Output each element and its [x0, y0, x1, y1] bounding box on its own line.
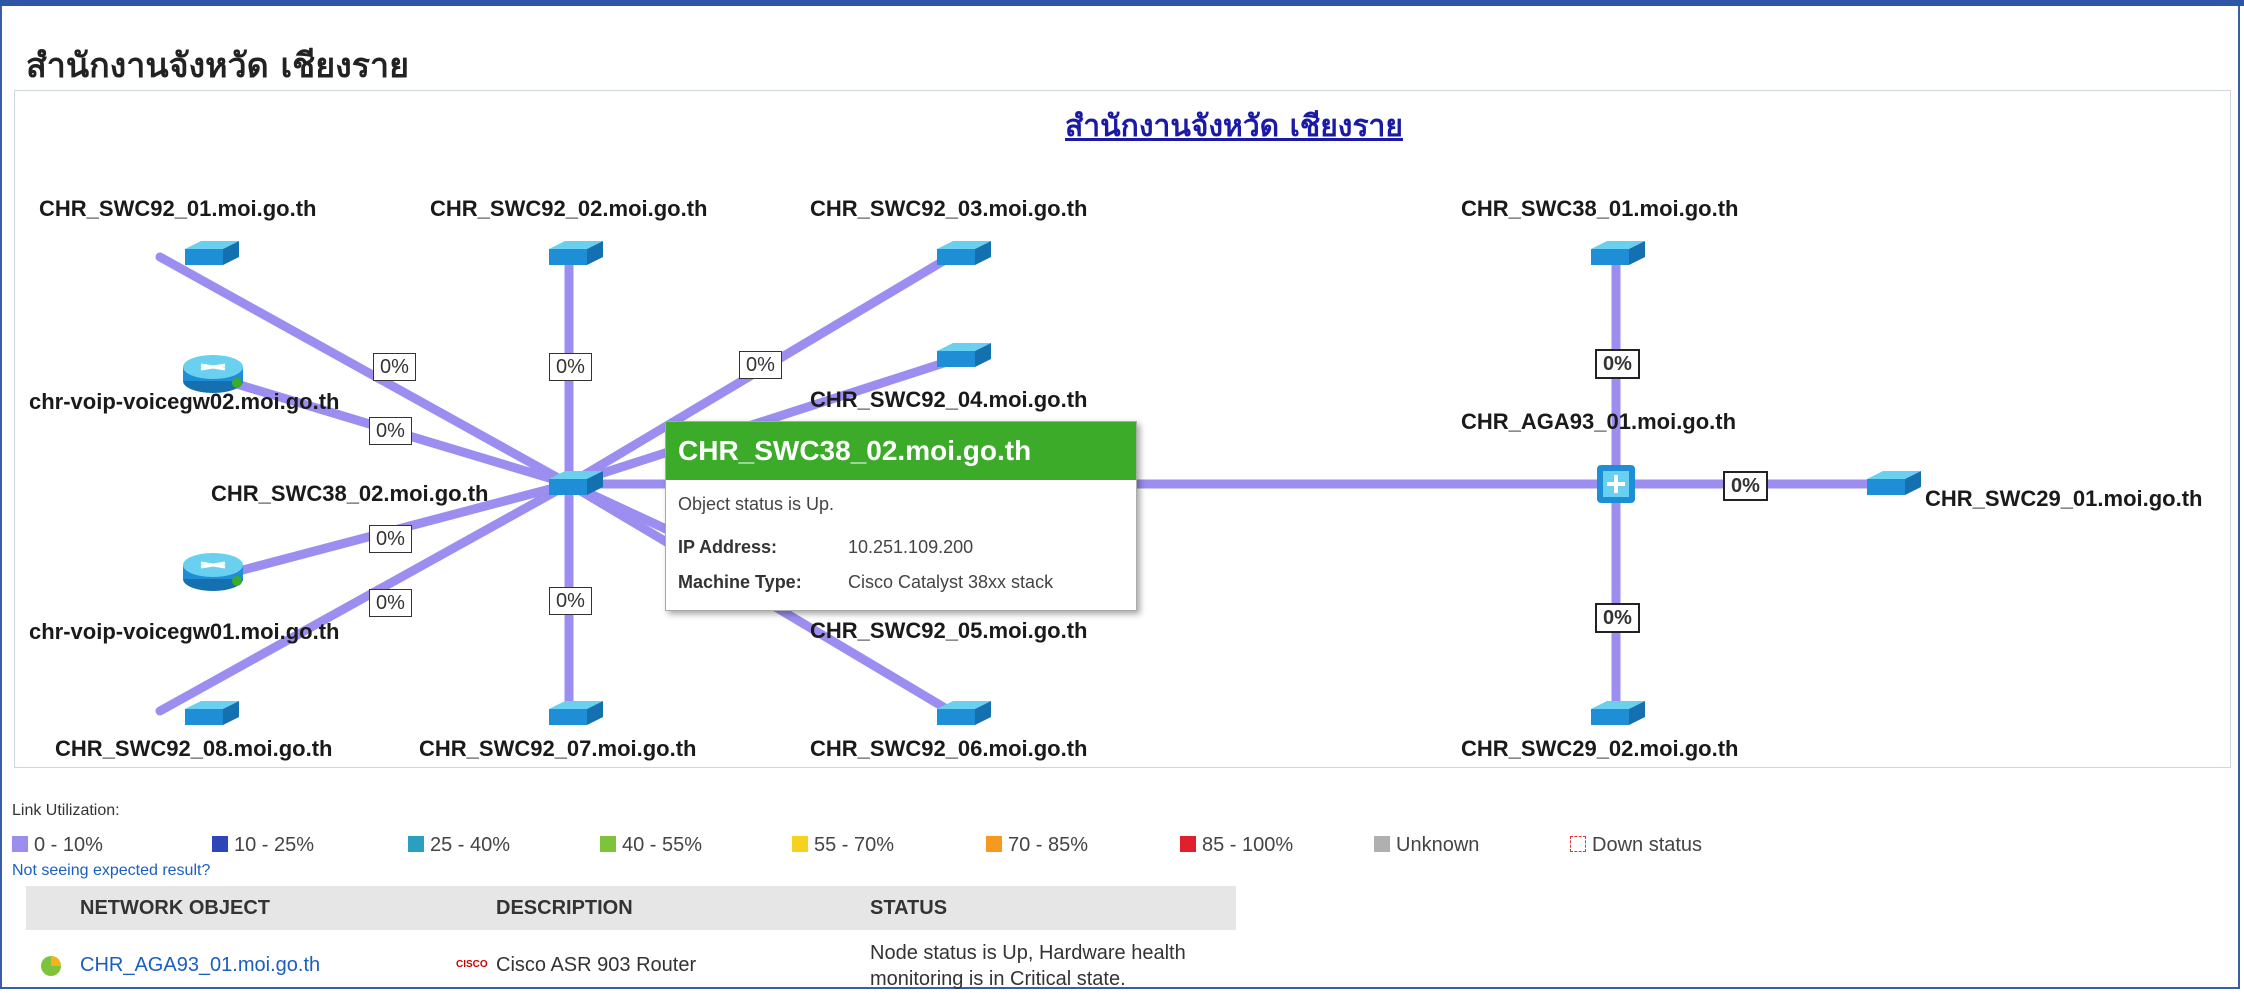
node-label-swc92-04[interactable]: CHR_SWC92_04.moi.go.th: [810, 387, 1088, 413]
column-header-description[interactable]: DESCRIPTION: [496, 897, 633, 920]
node-label-swc92-03[interactable]: CHR_SWC92_03.moi.go.th: [810, 196, 1088, 222]
link-utilization-label: 0%: [369, 417, 412, 445]
switch-icon[interactable]: [931, 341, 993, 371]
help-link[interactable]: Not seeing expected result?: [12, 862, 210, 880]
row-status: Node status is Up, Hardware health monit…: [870, 940, 1186, 992]
switch-icon[interactable]: [1861, 469, 1923, 499]
switch-icon[interactable]: [1585, 699, 1647, 729]
switch-icon[interactable]: [931, 699, 993, 729]
link-utilization-label: 0%: [369, 525, 412, 553]
router-icon[interactable]: [181, 551, 247, 593]
legend-item: 85 - 100%: [1180, 834, 1293, 858]
tooltip-title: CHR_SWC38_02.moi.go.th: [666, 422, 1136, 480]
node-status-icon: [41, 956, 61, 976]
link-utilization-label: 0%: [373, 353, 416, 381]
node-label-voicegw02[interactable]: chr-voip-voicegw02.moi.go.th: [29, 389, 339, 415]
node-label-swc38-02[interactable]: CHR_SWC38_02.moi.go.th: [211, 481, 489, 507]
legend-item: 0 - 10%: [12, 834, 103, 858]
legend-title: Link Utilization:: [12, 802, 120, 819]
link-utilization-label: 0%: [1595, 349, 1640, 379]
legend-item: Down status: [1570, 834, 1702, 858]
tooltip-ip-label: IP Address:: [678, 537, 778, 557]
switch-icon[interactable]: [543, 239, 605, 269]
node-label-swc92-08[interactable]: CHR_SWC92_08.moi.go.th: [55, 736, 333, 762]
cisco-logo: CISCO: [456, 959, 488, 970]
row-status-line: Node status is Up, Hardware health: [870, 942, 1186, 964]
link-swc92_08: [155, 479, 574, 716]
switch-icon[interactable]: [543, 469, 605, 499]
column-header-status[interactable]: STATUS: [870, 897, 947, 920]
node-label-swc92-02[interactable]: CHR_SWC92_02.moi.go.th: [430, 196, 708, 222]
tooltip-ip-row: IP Address: 10.251.109.200: [678, 537, 973, 558]
tooltip-type-label: Machine Type:: [678, 572, 802, 592]
link-utilization-label: 0%: [1595, 603, 1640, 633]
switch-icon[interactable]: [931, 239, 993, 269]
link-utilization-label: 0%: [549, 353, 592, 381]
tooltip-type-value: Cisco Catalyst 38xx stack: [848, 572, 1054, 592]
table-header: NETWORK OBJECT DESCRIPTION STATUS: [26, 886, 1236, 930]
node-label-voicegw01[interactable]: chr-voip-voicegw01.moi.go.th: [29, 619, 339, 645]
node-tooltip: CHR_SWC38_02.moi.go.th Object status is …: [665, 421, 1137, 611]
tooltip-status: Object status is Up.: [678, 494, 835, 514]
link-utilization-label: 0%: [739, 351, 782, 379]
link-utilization-label: 0%: [1723, 471, 1768, 501]
network-map: สำนักงานจังหวัด เชียงราย CHR_SWC92_01.mo…: [14, 90, 2231, 768]
legend-item: Unknown: [1374, 834, 1479, 858]
node-label-swc92-05[interactable]: CHR_SWC92_05.moi.go.th: [810, 618, 1088, 644]
node-label-swc92-07[interactable]: CHR_SWC92_07.moi.go.th: [419, 736, 697, 762]
node-label-swc29-02[interactable]: CHR_SWC29_02.moi.go.th: [1461, 736, 1739, 762]
tooltip-ip-value: 10.251.109.200: [848, 537, 974, 557]
node-label-aga93-01[interactable]: CHR_AGA93_01.moi.go.th: [1461, 409, 1736, 435]
column-header-object[interactable]: NETWORK OBJECT: [80, 897, 270, 920]
legend-item: 40 - 55%: [600, 834, 702, 858]
legend-item: 25 - 40%: [408, 834, 510, 858]
switch-icon[interactable]: [543, 699, 605, 729]
tooltip-type-row: Machine Type: Cisco Catalyst 38xx stack: [678, 572, 1053, 593]
switch-icon[interactable]: [179, 699, 241, 729]
link-utilization-label: 0%: [369, 589, 412, 617]
network-object-link[interactable]: CHR_AGA93_01.moi.go.th: [80, 954, 320, 977]
row-description: Cisco ASR 903 Router: [496, 954, 697, 976]
core-router-icon[interactable]: [1593, 461, 1639, 507]
node-label-swc29-01[interactable]: CHR_SWC29_01.moi.go.th: [1925, 486, 2203, 512]
legend-item: 10 - 25%: [212, 834, 314, 858]
page-title: สำนักงานจังหวัด เชียงราย: [26, 46, 410, 86]
node-label-swc92-06[interactable]: CHR_SWC92_06.moi.go.th: [810, 736, 1088, 762]
row-status-line: monitoring is in Critical state.: [870, 968, 1126, 990]
node-label-swc38-01[interactable]: CHR_SWC38_01.moi.go.th: [1461, 196, 1739, 222]
legend-item: 70 - 85%: [986, 834, 1088, 858]
switch-icon[interactable]: [179, 239, 241, 269]
top-accent-bar: [0, 0, 2244, 6]
node-label-swc92-01[interactable]: CHR_SWC92_01.moi.go.th: [39, 196, 317, 222]
legend-item: 55 - 70%: [792, 834, 894, 858]
link-utilization-label: 0%: [549, 587, 592, 615]
switch-icon[interactable]: [1585, 239, 1647, 269]
